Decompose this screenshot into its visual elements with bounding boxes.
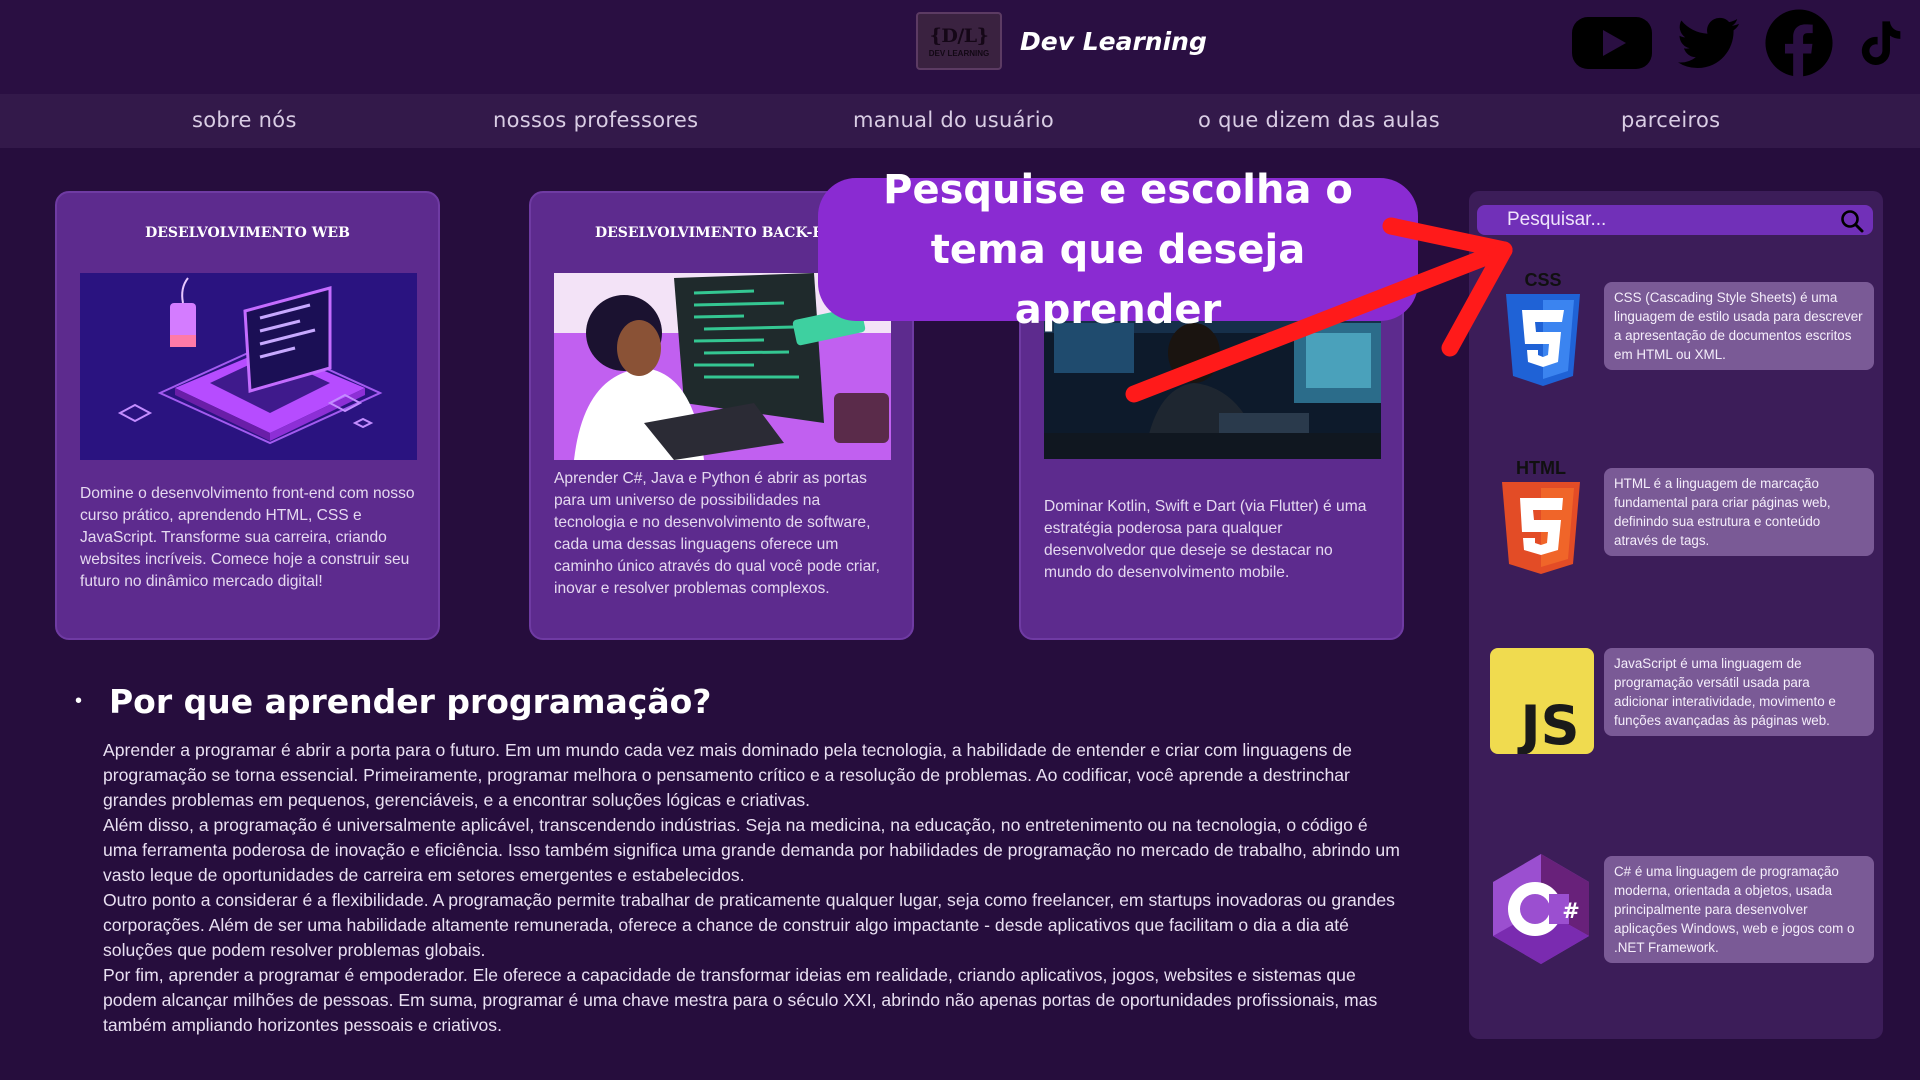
brand-name: Dev Learning [1020,26,1207,56]
csharp-description: C# é uma linguagem de programação modern… [1604,856,1874,963]
brand-logo[interactable]: {D/L} DEV LEARNING [916,12,1002,70]
nav-item-sobre-nos[interactable]: sobre nós [192,102,297,138]
article-body: Aprender a programar é abrir a porta par… [103,738,1403,1038]
javascript-label: JS [1517,694,1580,754]
article-paragraph: Outro ponto a considerar é a flexibilida… [103,890,1395,960]
html5-description: HTML é a linguagem de marcação fundament… [1604,468,1874,556]
article-paragraph: Além disso, a programação é universalmen… [103,815,1400,885]
javascript-icon[interactable]: JS [1490,648,1594,759]
facebook-icon[interactable] [1764,8,1834,78]
twitter-icon[interactable] [1674,12,1744,74]
svg-text:#: # [1562,899,1580,923]
nav-item-o-que-dizem-das-aulas[interactable]: o que dizem das aulas [1198,102,1440,138]
search-input[interactable] [1507,205,1827,235]
html5-label: HTML [1516,458,1566,478]
youtube-icon[interactable] [1570,11,1654,75]
bullet-icon: • [75,690,83,712]
card-description: Aprender C#, Java e Python é abrir as po… [554,470,880,597]
nav-item-parceiros[interactable]: parceiros [1621,102,1720,138]
css3-description: CSS (Cascading Style Sheets) é uma lingu… [1604,282,1874,370]
course-card-web[interactable]: DESELVOLVIMENTO WEB Domine o desenvolvim… [55,191,440,640]
brand-logo-text: {D/L} [929,24,989,47]
html5-icon[interactable]: HTML [1496,458,1586,585]
article-paragraph: Aprender a programar é abrir a porta par… [103,740,1352,810]
top-header: {D/L} DEV LEARNING Dev Learning [0,0,1920,94]
article-paragraph: Por fim, aprender a programar é empodera… [103,965,1378,1035]
card-description: Dominar Kotlin, Swift e Dart (via Flutte… [1044,498,1367,581]
pointer-arrow-icon [1125,217,1513,403]
card-description: Domine o desenvolvimento front-end com n… [80,485,415,590]
article-heading: Por que aprender programação? [109,682,712,721]
brand[interactable]: {D/L} DEV LEARNING Dev Learning [916,11,1207,71]
search-icon[interactable] [1839,208,1865,234]
social-links [1570,8,1906,78]
laptop-illustration [80,273,417,460]
tiktok-icon[interactable] [1854,13,1906,73]
nav-item-manual-do-usuario[interactable]: manual do usuário [853,102,1054,138]
javascript-description: JavaScript é uma linguagem de programaçã… [1604,648,1874,736]
main-nav: sobre nós nossos professores manual do u… [0,94,1920,148]
card-title: DESELVOLVIMENTO WEB [145,225,350,241]
nav-item-nossos-professores[interactable]: nossos professores [493,102,698,138]
brand-logo-subtext: DEV LEARNING [928,48,990,58]
csharp-icon[interactable]: # [1489,852,1593,971]
